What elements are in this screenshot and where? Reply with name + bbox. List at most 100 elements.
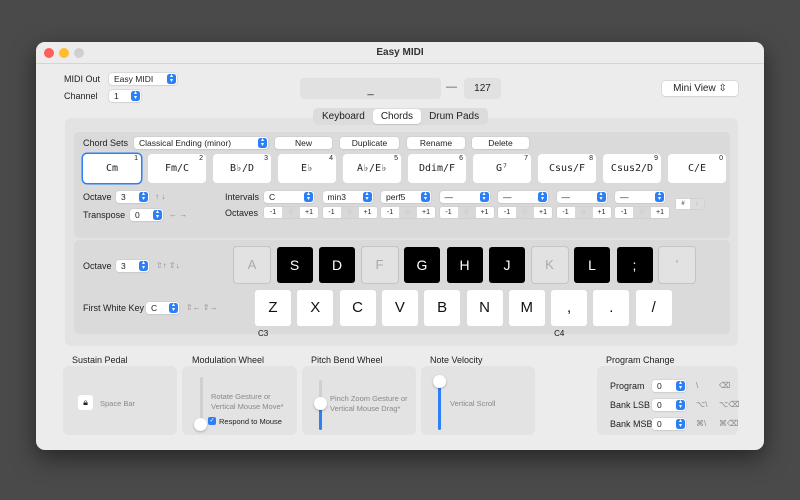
keyboard-key[interactable]: H [446, 247, 483, 283]
keyboard-octave-select[interactable]: 3 ▴ ▾ [116, 260, 149, 272]
chord-button[interactable]: Csus2/D 9 [603, 154, 661, 183]
decrement-shortcut: ⌫ [719, 381, 731, 390]
keyboard-key[interactable]: , C4 [551, 290, 588, 338]
tab-chords[interactable]: Chords [372, 109, 422, 124]
minimize-button[interactable] [59, 48, 69, 58]
octave-zero-button[interactable]: 0 [633, 207, 651, 218]
octave-zero-button[interactable]: 0 [457, 207, 476, 218]
transpose-select[interactable]: 0 ▴ ▾ [130, 209, 163, 221]
interval-octave-stepper[interactable]: -1 0 +1 [264, 207, 318, 218]
mini-view-button[interactable]: Mini View ⇳ [662, 81, 738, 96]
interval-select[interactable]: C ▴ ▾ [264, 191, 314, 203]
octave-plus-button[interactable]: +1 [534, 207, 552, 218]
interval-octave-stepper[interactable]: -1 0 +1 [381, 207, 435, 218]
program-change-select[interactable]: 0 ▴ ▾ [652, 380, 686, 392]
interval-octave-stepper[interactable]: -1 0 +1 [322, 207, 377, 218]
pitch-bend-slider-thumb[interactable] [314, 397, 327, 410]
interval-select[interactable]: — ▴ ▾ [556, 191, 607, 203]
chord-button[interactable]: G⁷ 7 [473, 154, 531, 183]
chord-button[interactable]: Cm 1 [83, 154, 141, 183]
tab-keyboard[interactable]: Keyboard [314, 109, 373, 124]
chord-button[interactable]: Ddim/F 6 [408, 154, 466, 183]
octave-plus-button[interactable]: +1 [417, 207, 435, 218]
octave-minus-button[interactable]: -1 [615, 207, 633, 218]
first-white-key-select[interactable]: C ▴ ▾ [146, 302, 179, 314]
tab-drum-pads[interactable]: Drum Pads [421, 109, 487, 124]
octave-plus-button[interactable]: +1 [476, 207, 494, 218]
keyboard-key[interactable]: M [508, 290, 545, 326]
keyboard-key[interactable]: B [424, 290, 461, 326]
keyboard-key[interactable]: L [574, 247, 610, 283]
octave-minus-button[interactable]: -1 [440, 207, 458, 218]
octave-minus-button[interactable]: -1 [323, 207, 341, 218]
octave-minus-button[interactable]: -1 [557, 207, 575, 218]
keyboard-key[interactable]: A [234, 247, 270, 283]
keyboard-key[interactable]: V [381, 290, 418, 326]
keyboard-key[interactable]: J [489, 247, 525, 283]
octave-plus-button[interactable]: +1 [651, 207, 669, 218]
interval-select[interactable]: — ▴ ▾ [498, 191, 548, 203]
respond-to-mouse-checkbox[interactable]: ✓ [208, 417, 216, 425]
interval-select[interactable]: — ▴ ▾ [615, 191, 665, 203]
midi-out-select[interactable]: Easy MIDI ▴ ▾ [109, 73, 177, 85]
chord-button[interactable]: Fm/C 2 [148, 154, 206, 183]
keyboard-key[interactable]: S [276, 247, 313, 283]
octave-minus-button[interactable]: -1 [498, 207, 516, 218]
interval-octave-stepper[interactable]: -1 0 +1 [615, 207, 669, 218]
sharp-flat-toggle[interactable]: # ♭ [676, 199, 704, 209]
chord-name: Csus/F [548, 163, 586, 174]
sharp-option[interactable]: # [676, 199, 690, 209]
octave-zero-button[interactable]: 0 [516, 207, 534, 218]
interval-octave-stepper[interactable]: -1 0 +1 [439, 207, 494, 218]
keyboard-key[interactable]: / [635, 290, 672, 326]
octave-zero-button[interactable]: 0 [399, 207, 417, 218]
chevron-updown-icon: ▴ ▾ [153, 209, 162, 220]
keyboard-key[interactable]: X [297, 290, 334, 326]
octave-zero-button[interactable]: 0 [282, 207, 300, 218]
chord-octave-select[interactable]: 3 ▴ ▾ [116, 191, 149, 203]
keyboard-key[interactable]: K [531, 247, 568, 283]
octave-minus-button[interactable]: -1 [381, 207, 399, 218]
program-change-select[interactable]: 0 ▴ ▾ [652, 399, 686, 411]
chord-shortcut-key: 1 [134, 155, 138, 162]
keyboard-key[interactable]: C [339, 290, 376, 326]
interval-select[interactable]: min3 ▴ ▾ [322, 191, 373, 203]
rename-chord-set-button[interactable]: Rename [407, 137, 465, 149]
octave-plus-button[interactable]: +1 [359, 207, 377, 218]
octave-minus-button[interactable]: -1 [264, 207, 282, 218]
keyboard-key[interactable]: G [404, 247, 440, 283]
octave-plus-button[interactable]: +1 [593, 207, 611, 218]
chord-button[interactable]: A♭/E♭ 5 [343, 154, 401, 183]
close-button[interactable] [44, 48, 54, 58]
keyboard-key[interactable]: D [319, 247, 355, 283]
lock-icon[interactable]: 🔒︎ [78, 395, 93, 410]
velocity-slider-thumb[interactable] [433, 375, 446, 388]
chord-button[interactable]: Csus/F 8 [538, 154, 596, 183]
flat-option[interactable]: ♭ [690, 199, 704, 209]
duplicate-chord-set-button[interactable]: Duplicate [340, 137, 399, 149]
delete-chord-set-button[interactable]: Delete [472, 137, 529, 149]
interval-octave-stepper[interactable]: -1 0 +1 [498, 207, 552, 218]
octave-zero-button[interactable]: 0 [574, 207, 593, 218]
keyboard-key[interactable]: Z C3 [255, 290, 291, 338]
modulation-slider-thumb[interactable] [194, 418, 207, 431]
chord-button[interactable]: C/E 0 [668, 154, 726, 183]
keyboard-key[interactable]: ; [616, 247, 653, 283]
keyboard-key[interactable]: . [593, 290, 630, 326]
chord-button[interactable]: E♭ 4 [278, 154, 336, 183]
keyboard-key[interactable]: N [466, 290, 503, 326]
octave-zero-button[interactable]: 0 [340, 207, 359, 218]
interval-select[interactable]: perf5 ▴ ▾ [381, 191, 431, 203]
interval-octave-stepper[interactable]: -1 0 +1 [556, 207, 611, 218]
program-change-select[interactable]: 0 ▴ ▾ [652, 418, 686, 430]
interval-select[interactable]: — ▴ ▾ [439, 191, 490, 203]
chord-name: E♭ [300, 163, 314, 174]
octave-plus-button[interactable]: +1 [300, 207, 318, 218]
channel-select[interactable]: 1 ▴ ▾ [109, 90, 141, 102]
keyboard-key[interactable]: F [361, 247, 398, 283]
chord-button[interactable]: B♭/D 3 [213, 154, 271, 183]
chord-name: Fm/C [164, 163, 190, 174]
keyboard-key[interactable]: ' [659, 247, 695, 283]
zoom-button[interactable] [74, 48, 84, 58]
new-chord-set-button[interactable]: New [275, 137, 332, 149]
